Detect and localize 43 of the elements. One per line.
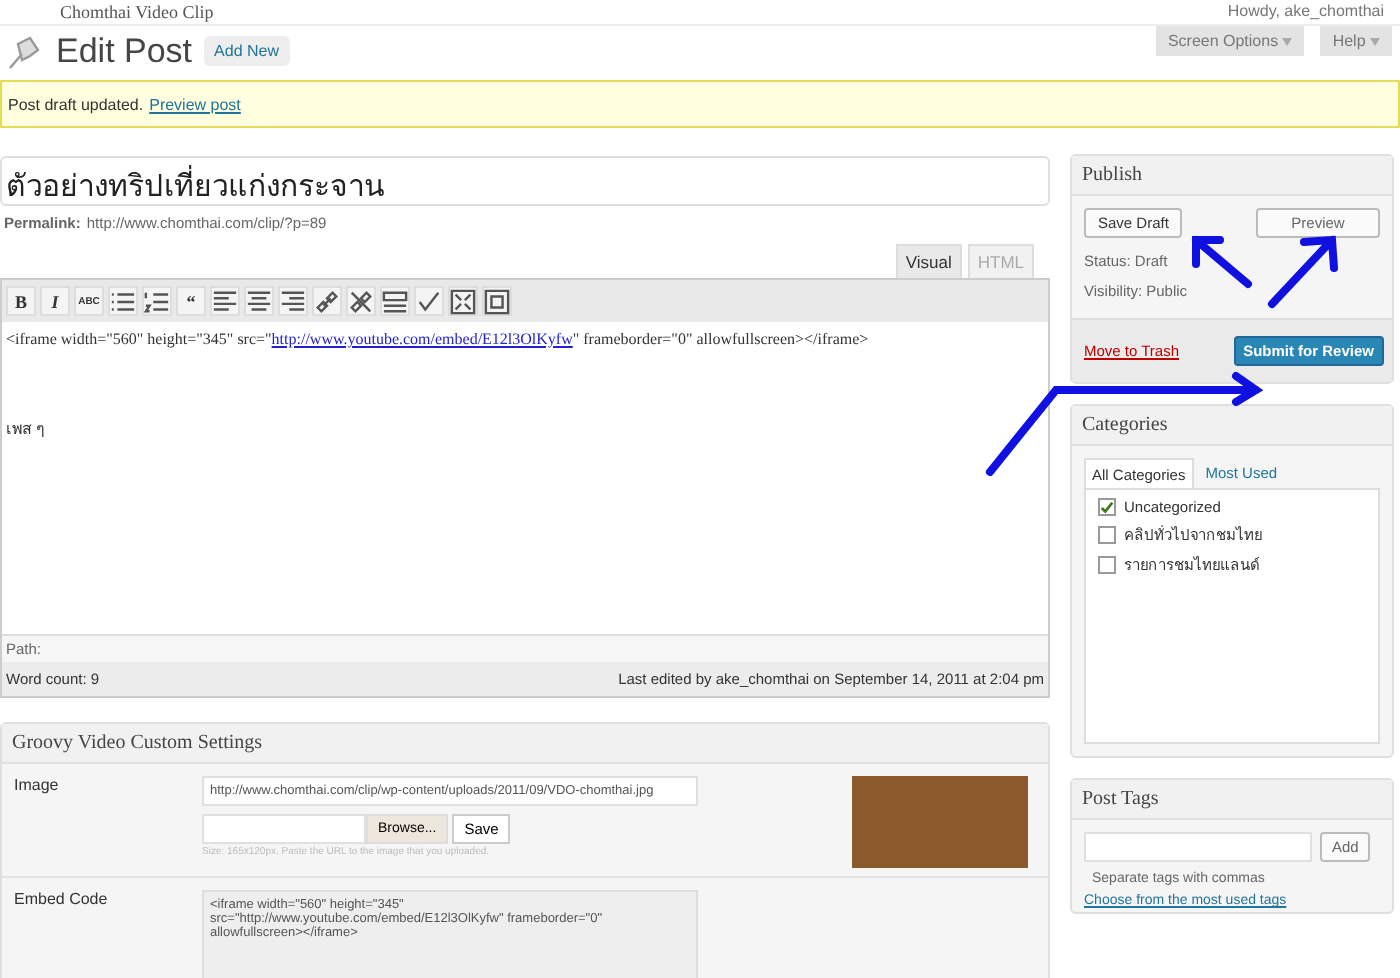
page-title: Edit Post	[56, 31, 193, 71]
bullets-button[interactable]	[108, 286, 138, 316]
quote-button[interactable]: “	[176, 286, 206, 316]
spell-button[interactable]	[414, 286, 444, 316]
editor-content-line: เพส ๆ	[6, 418, 47, 442]
sink-button[interactable]	[482, 286, 512, 316]
category-checkbox[interactable]	[1098, 525, 1116, 543]
editor-content-line: <iframe width="560" height="345" src="http://www.youtube.com/embed/E12l3OlKyfw" frameborder="0" allowfullscreen></iframe>	[6, 330, 871, 348]
tag-field[interactable]	[1084, 832, 1312, 862]
caret-icon	[1370, 38, 1380, 46]
add-new-button[interactable]: Add New	[204, 36, 290, 66]
notice-text: Post draft updated.	[8, 95, 144, 113]
panel-title: Publish	[1072, 156, 1392, 196]
screen-options-button[interactable]: Screen Options	[1155, 26, 1305, 56]
fullscreen-button[interactable]	[448, 286, 478, 316]
right-button[interactable]	[278, 286, 308, 316]
title-field[interactable]: ตัวอย่างทริปเที่ยวแก่งกระจาน	[0, 156, 1050, 206]
hand-drawn-arrow	[1264, 232, 1344, 312]
panel-title: Post Tags	[1072, 780, 1392, 820]
category-checkbox[interactable]	[1098, 498, 1116, 516]
hand-drawn-arrow	[1188, 232, 1256, 292]
help-button[interactable]: Help	[1320, 26, 1392, 56]
link-button[interactable]	[312, 286, 342, 316]
preview-post-link[interactable]: Preview post	[149, 95, 241, 113]
greeting[interactable]: Howdy, ake_chomthai	[1227, 4, 1384, 20]
site-title[interactable]: Chomthai Video Clip	[16, 1, 214, 23]
youtube-link[interactable]: http://www.youtube.com/embed/E12l3OlKyfw	[271, 330, 573, 348]
panel-title: Categories	[1072, 406, 1392, 446]
more-button[interactable]	[380, 286, 410, 316]
center-button[interactable]	[244, 286, 274, 316]
bold-button[interactable]: B	[6, 286, 36, 316]
editor-tab[interactable]: Visual	[895, 244, 962, 278]
panel-title: Groovy Video Custom Settings	[2, 724, 1048, 764]
numbers-button[interactable]	[142, 286, 172, 316]
image-label: Image	[14, 776, 61, 798]
italic-button[interactable]: I	[40, 286, 70, 316]
caret-icon	[1282, 38, 1293, 46]
category-checkbox[interactable]	[1098, 555, 1116, 573]
left-button[interactable]	[210, 286, 240, 316]
pushpin-icon	[4, 31, 44, 71]
file-field[interactable]	[202, 814, 366, 844]
embed-code-label: Embed Code	[14, 890, 110, 912]
unlink-button[interactable]	[346, 286, 376, 316]
